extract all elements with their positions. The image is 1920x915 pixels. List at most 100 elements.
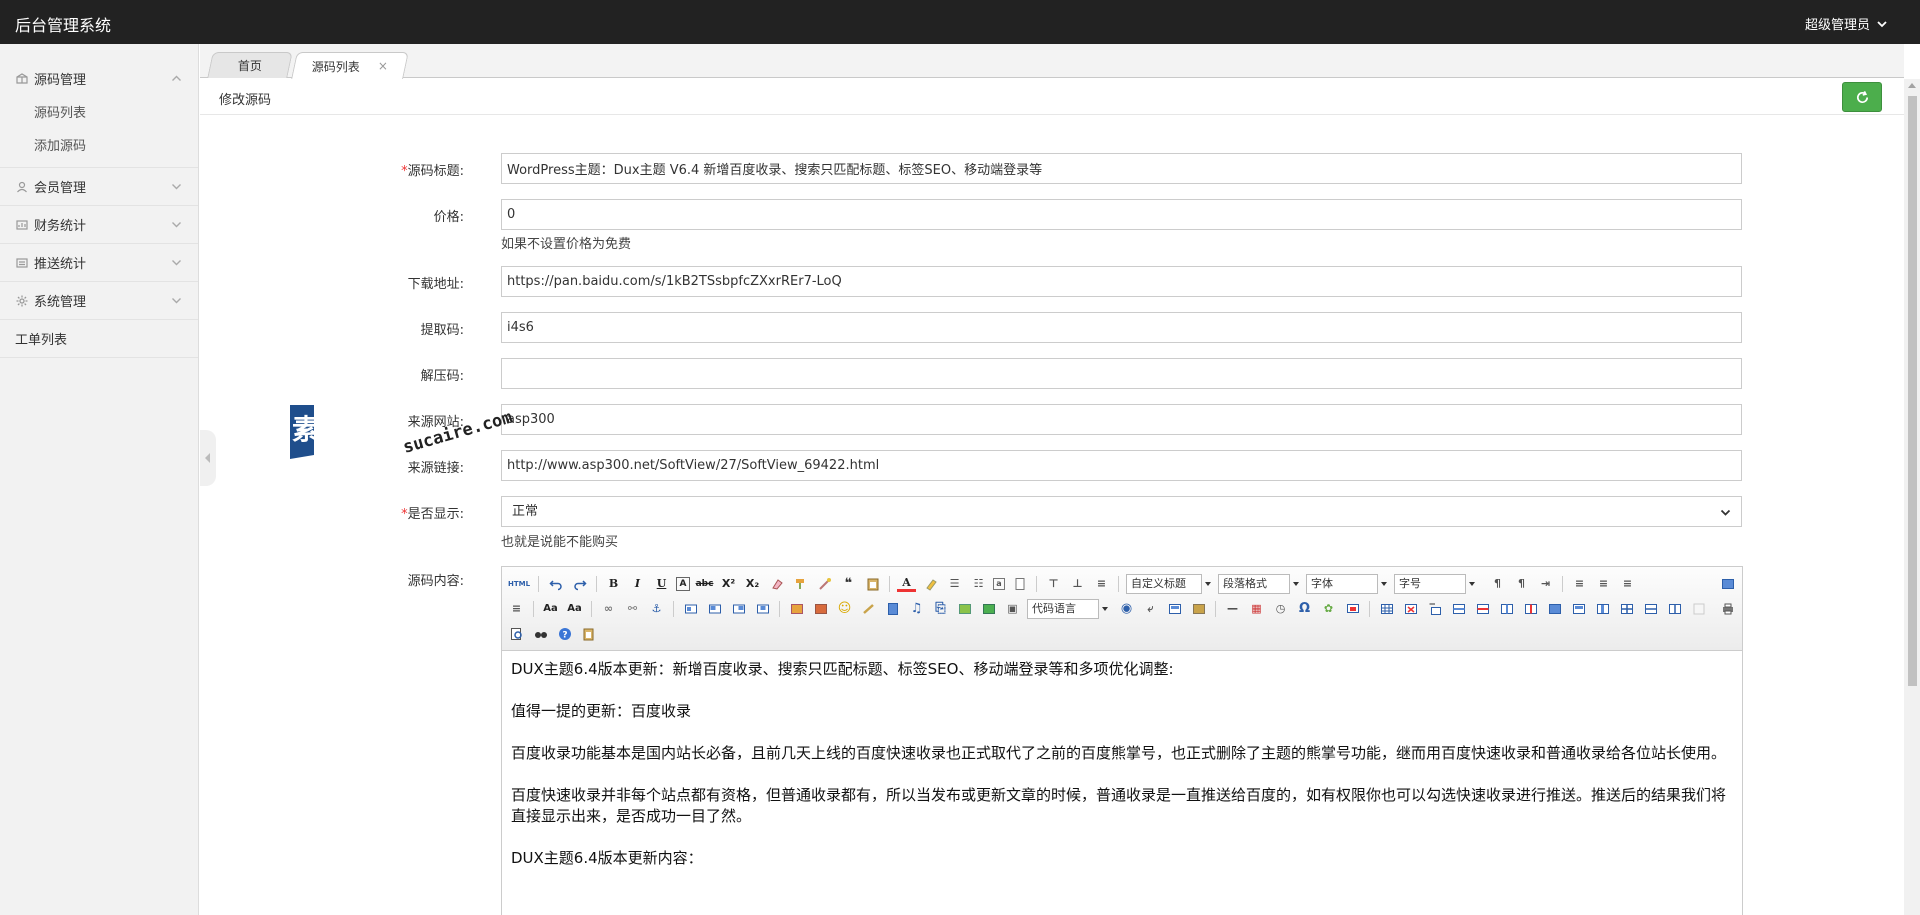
bold-icon[interactable]: B [604, 574, 623, 593]
code-language-select[interactable]: 代码语言 [1027, 598, 1108, 619]
web-icon[interactable]: ◉ [1117, 599, 1136, 618]
emotion-icon[interactable]: ☺ [835, 599, 854, 618]
html-source-button[interactable]: HTML [507, 574, 531, 593]
case-lower-icon[interactable]: Aa [565, 599, 584, 618]
underline-icon[interactable]: U [652, 574, 671, 593]
special-char-icon[interactable]: Ω [1295, 599, 1314, 618]
paste-plain-icon[interactable] [863, 574, 882, 593]
menu-push-stats[interactable]: 推送统计 [0, 244, 198, 281]
format-brush-icon[interactable] [791, 574, 810, 593]
case-upper-icon[interactable]: Aa [541, 599, 560, 618]
page-break-icon[interactable]: ⤶ [1141, 599, 1160, 618]
title-input[interactable] [501, 153, 1742, 184]
editor-content[interactable]: DUX主题6.4版本更新：新增百度收录、搜索只匹配标题、标签SEO、移动端登录等… [502, 651, 1742, 898]
superscript-icon[interactable]: X² [719, 574, 738, 593]
sidebar-item-source-list[interactable]: 源码列表 [0, 97, 198, 130]
page-scrollbar[interactable] [1904, 79, 1920, 915]
insert-table-icon[interactable] [1377, 599, 1396, 618]
insert-video-icon[interactable] [883, 599, 902, 618]
highlight-icon[interactable] [921, 574, 940, 593]
display-select[interactable]: 正常 [501, 496, 1742, 527]
image-center-icon[interactable] [753, 599, 772, 618]
snapscreen-icon[interactable] [1343, 599, 1362, 618]
menu-ticket-list[interactable]: 工单列表 [0, 320, 198, 357]
auto-format-icon[interactable] [815, 574, 834, 593]
font-family-select[interactable]: 字体 [1306, 573, 1387, 594]
print-icon[interactable] [1718, 599, 1737, 618]
download-url-input[interactable] [501, 266, 1742, 297]
google-map-icon[interactable] [979, 599, 998, 618]
ltr-icon[interactable]: ¶ [1488, 574, 1507, 593]
font-color-icon[interactable]: A [897, 575, 916, 592]
split-cells-icon[interactable] [1617, 599, 1636, 618]
scroll-up-arrow[interactable] [1908, 83, 1916, 88]
drafts-icon[interactable] [579, 624, 598, 643]
undo-icon[interactable] [546, 574, 565, 593]
extract-code-input[interactable] [501, 312, 1742, 343]
split-rows-icon[interactable] [1641, 599, 1660, 618]
blockquote-icon[interactable]: ❝ [839, 574, 858, 593]
menu-member-management[interactable]: 会员管理 [0, 168, 198, 205]
scroll-thumb[interactable] [1908, 96, 1917, 686]
time-icon[interactable]: ◷ [1271, 599, 1290, 618]
insert-row-icon[interactable] [1449, 599, 1468, 618]
row-spacing-bottom-icon[interactable]: ⊥ [1068, 574, 1087, 593]
close-icon[interactable]: × [378, 59, 388, 73]
menu-system-management[interactable]: 系统管理 [0, 282, 198, 319]
price-input[interactable] [501, 199, 1742, 230]
tab-home[interactable]: 首页 [207, 52, 293, 78]
unzip-code-input[interactable] [501, 358, 1742, 389]
preview-icon[interactable] [507, 624, 526, 643]
insert-col-icon[interactable] [1497, 599, 1516, 618]
align-right-icon[interactable]: ≡ [1618, 574, 1637, 593]
row-spacing-top-icon[interactable]: ⊤ [1044, 574, 1063, 593]
image-left-icon[interactable] [705, 599, 724, 618]
search-replace-icon[interactable] [531, 624, 550, 643]
eraser-icon[interactable] [767, 574, 786, 593]
heading-select[interactable]: 自定义标题 [1126, 573, 1211, 594]
refresh-button[interactable] [1842, 82, 1882, 112]
clear-doc-icon[interactable] [1010, 574, 1029, 593]
justify-icon[interactable]: ≡ [507, 599, 526, 618]
merge-cells-icon[interactable] [1545, 599, 1564, 618]
rtl-icon[interactable]: ¶ [1512, 574, 1531, 593]
font-size-select[interactable]: 字号 [1394, 573, 1475, 594]
align-left-icon[interactable]: ≡ [1570, 574, 1589, 593]
indent-icon[interactable]: ⇥ [1536, 574, 1555, 593]
delete-col-icon[interactable] [1521, 599, 1540, 618]
redo-icon[interactable] [570, 574, 589, 593]
horizontal-rule-icon[interactable]: — [1223, 599, 1242, 618]
background-icon[interactable] [1189, 599, 1208, 618]
line-height-icon[interactable]: ≡ [1092, 574, 1111, 593]
frame-icon[interactable]: ▣ [1003, 599, 1022, 618]
italic-icon[interactable]: I [628, 574, 647, 593]
menu-source-management[interactable]: 源码管理 [0, 60, 198, 97]
user-menu[interactable]: 超级管理员 [1805, 14, 1888, 33]
anchor-icon[interactable]: ⚓ [647, 599, 666, 618]
word-image-icon[interactable]: ✿ [1319, 599, 1338, 618]
template-icon[interactable] [1165, 599, 1184, 618]
image-right-icon[interactable] [729, 599, 748, 618]
font-border-icon[interactable]: A [676, 576, 690, 591]
subscript-icon[interactable]: X₂ [743, 574, 762, 593]
tab-source-list[interactable]: 源码列表 × [291, 52, 409, 79]
map-icon[interactable] [955, 599, 974, 618]
merge-right-icon[interactable] [1569, 599, 1588, 618]
unlink-icon[interactable]: ⚯ [623, 599, 642, 618]
merge-down-icon[interactable] [1593, 599, 1612, 618]
music-icon[interactable]: ♫ [907, 599, 926, 618]
delete-table-icon[interactable] [1401, 599, 1420, 618]
fullscreen-icon[interactable] [1718, 574, 1737, 593]
source-site-input[interactable] [501, 404, 1742, 435]
scrawl-icon[interactable] [859, 599, 878, 618]
chart-insert-icon[interactable] [1689, 599, 1708, 618]
align-center-icon[interactable]: ≡ [1594, 574, 1613, 593]
link-icon[interactable]: ∞ [599, 599, 618, 618]
select-all-icon[interactable]: a [993, 577, 1005, 590]
sidebar-item-add-source[interactable]: 添加源码 [0, 130, 198, 163]
unordered-list-icon[interactable]: ☷ [969, 574, 988, 593]
delete-row-icon[interactable] [1473, 599, 1492, 618]
source-link-input[interactable] [501, 450, 1742, 481]
insert-paragraph-before-table-icon[interactable] [1425, 599, 1444, 618]
multi-image-icon[interactable] [811, 599, 830, 618]
